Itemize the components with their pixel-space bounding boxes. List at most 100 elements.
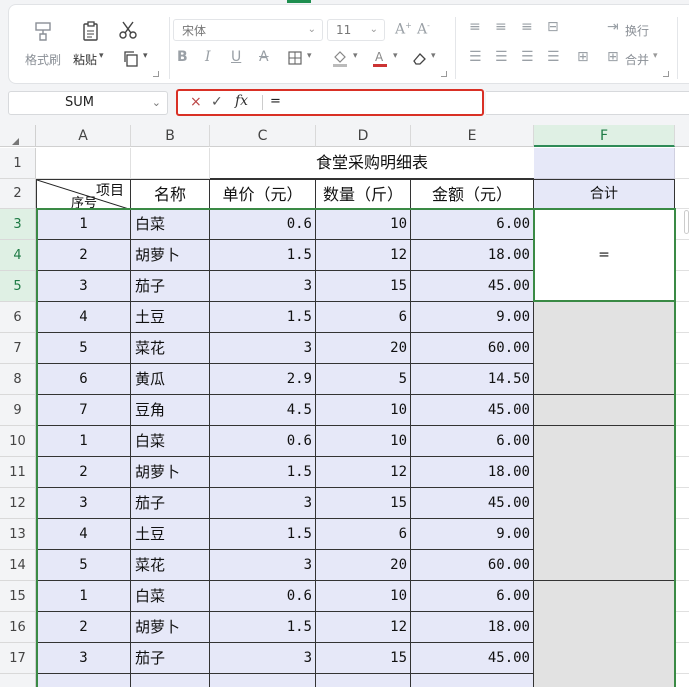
table-cell[interactable]: 1.5 (210, 519, 316, 550)
empty-cell[interactable] (675, 364, 689, 395)
row-header-6[interactable]: 6 (0, 302, 36, 333)
column-header-c[interactable]: C (210, 125, 316, 147)
table-cell[interactable]: 10 (316, 581, 411, 612)
row-header-8[interactable]: 8 (0, 364, 36, 395)
table-cell[interactable]: 6.00 (411, 581, 534, 612)
table-cell[interactable]: 3 (210, 643, 316, 674)
paste-dropdown-icon[interactable]: ▾ (99, 51, 104, 61)
table-cell[interactable]: 2.9 (210, 364, 316, 395)
table-cell[interactable]: 茄子 (131, 488, 210, 519)
wrap-text-icon[interactable]: ⇥ (607, 19, 619, 35)
table-cell[interactable]: 豆角 (131, 395, 210, 426)
copy-dropdown-icon[interactable]: ▾ (143, 51, 148, 61)
table-cell[interactable]: 15 (316, 271, 411, 302)
table-cell[interactable]: 45.00 (411, 395, 534, 426)
table-cell-partial[interactable] (316, 674, 411, 687)
column-header-f[interactable]: F (534, 125, 675, 147)
table-cell[interactable]: 5 (36, 550, 131, 581)
font-color-dropdown-icon[interactable]: ▾ (393, 51, 398, 61)
merge-dropdown-icon[interactable]: ▾ (653, 51, 658, 61)
wrap-text-label[interactable]: 换行 (625, 22, 649, 39)
empty-cell[interactable] (675, 674, 689, 687)
table-cell[interactable]: 2 (36, 457, 131, 488)
row-header-5[interactable]: 5 (0, 271, 36, 302)
table-cell[interactable]: 茄子 (131, 271, 210, 302)
empty-cell[interactable] (675, 612, 689, 643)
formula-input[interactable]: = (270, 94, 281, 109)
insert-function-icon[interactable]: fx (235, 93, 248, 109)
table-cell[interactable]: 60.00 (411, 333, 534, 364)
table-cell[interactable]: 4 (36, 302, 131, 333)
font-color-icon[interactable]: A (371, 49, 389, 67)
table-cell[interactable]: 5 (316, 364, 411, 395)
clear-format-icon[interactable] (411, 49, 429, 67)
cancel-icon[interactable]: × (190, 94, 202, 110)
empty-cell[interactable] (675, 488, 689, 519)
table-cell[interactable]: 45.00 (411, 643, 534, 674)
empty-cell[interactable] (675, 302, 689, 333)
table-cell[interactable]: 18.00 (411, 612, 534, 643)
table-cell[interactable]: 0.6 (210, 426, 316, 457)
empty-cell[interactable] (675, 426, 689, 457)
header-total[interactable]: 合计 (534, 179, 675, 209)
empty-cell[interactable] (675, 519, 689, 550)
column-header-a[interactable]: A (36, 125, 131, 147)
table-cell[interactable]: 1 (36, 426, 131, 457)
header-amount[interactable]: 金额（元） (411, 179, 534, 209)
align-left-icon[interactable]: ☰ (469, 49, 482, 65)
align-middle-icon[interactable]: ≡ (495, 19, 507, 35)
table-cell[interactable]: 10 (316, 395, 411, 426)
table-cell[interactable]: 7 (36, 395, 131, 426)
font-launcher-icon[interactable] (441, 71, 447, 77)
table-cell[interactable]: 45.00 (411, 488, 534, 519)
row-header-2[interactable]: 2 (0, 179, 36, 209)
table-cell[interactable]: 2 (36, 240, 131, 271)
cut-icon[interactable] (117, 19, 139, 41)
scroll-handle[interactable] (684, 210, 689, 234)
align-right-icon[interactable]: ☰ (521, 49, 534, 65)
table-cell[interactable]: 18.00 (411, 240, 534, 271)
empty-cell[interactable] (675, 148, 689, 179)
row-header-15[interactable]: 15 (0, 581, 36, 612)
table-cell[interactable]: 3 (36, 643, 131, 674)
table-cell[interactable]: 14.50 (411, 364, 534, 395)
column-header-e[interactable]: E (411, 125, 534, 147)
row-header-9[interactable]: 9 (0, 395, 36, 426)
table-cell[interactable]: 20 (316, 550, 411, 581)
table-cell[interactable]: 18.00 (411, 457, 534, 488)
row-header-16[interactable]: 16 (0, 612, 36, 643)
table-cell[interactable]: 菜花 (131, 333, 210, 364)
table-cell[interactable]: 白菜 (131, 581, 210, 612)
empty-cell[interactable] (675, 179, 689, 209)
table-cell-partial[interactable] (131, 674, 210, 687)
table-cell[interactable]: 20 (316, 333, 411, 364)
empty-cell[interactable] (675, 550, 689, 581)
table-cell[interactable]: 10 (316, 426, 411, 457)
clear-format-dropdown-icon[interactable]: ▾ (431, 51, 436, 61)
table-cell[interactable]: 6 (316, 519, 411, 550)
align-bottom-icon[interactable]: ≡ (521, 19, 533, 35)
table-cell[interactable]: 6.00 (411, 426, 534, 457)
justify-icon[interactable]: ☰ (547, 49, 560, 65)
name-box[interactable]: SUM ⌄ (8, 91, 168, 115)
table-cell[interactable]: 3 (210, 488, 316, 519)
table-cell[interactable]: 4.5 (210, 395, 316, 426)
format-painter-label[interactable]: 格式刷 (25, 51, 61, 68)
table-cell[interactable]: 白菜 (131, 209, 210, 240)
diagonal-header-cell[interactable]: 项目 序号 (36, 179, 131, 209)
table-cell[interactable]: 6.00 (411, 209, 534, 240)
merged-total-cell[interactable] (534, 395, 675, 426)
decrease-font-icon[interactable]: A- (417, 21, 430, 38)
table-cell[interactable]: 6 (36, 364, 131, 395)
table-cell[interactable]: 12 (316, 240, 411, 271)
border-icon[interactable] (287, 50, 303, 66)
header-qty[interactable]: 数量（斤） (316, 179, 411, 209)
table-cell[interactable]: 15 (316, 643, 411, 674)
table-cell[interactable]: 12 (316, 612, 411, 643)
empty-cell[interactable] (675, 457, 689, 488)
format-painter-icon[interactable] (31, 19, 55, 43)
row-header-17[interactable]: 17 (0, 643, 36, 674)
table-cell[interactable]: 3 (36, 271, 131, 302)
row-header-10[interactable]: 10 (0, 426, 36, 457)
confirm-icon[interactable]: ✓ (211, 94, 223, 110)
